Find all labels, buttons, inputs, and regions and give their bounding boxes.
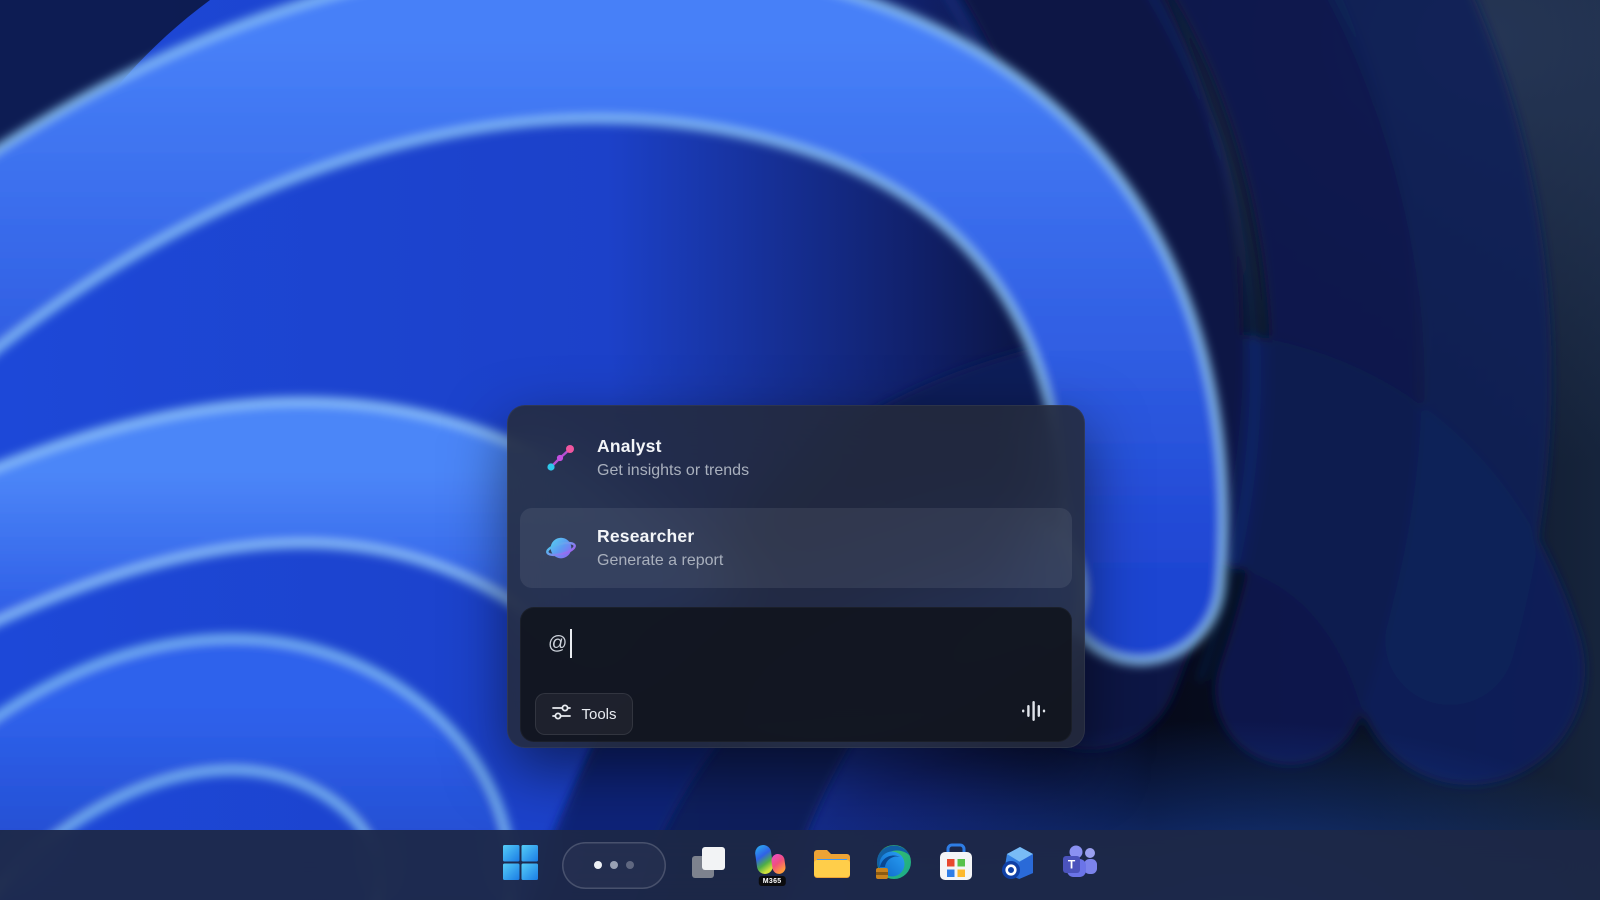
typing-dot [610, 861, 618, 869]
teams-icon: T [1059, 844, 1101, 887]
tools-button-label: Tools [581, 706, 616, 723]
task-view-button[interactable] [688, 841, 728, 889]
agent-description: Generate a report [597, 552, 723, 570]
file-explorer-icon [812, 845, 852, 886]
desktop: Analyst Get insights or trends [0, 0, 1600, 900]
typing-dot [626, 861, 634, 869]
tools-button[interactable]: Tools [535, 693, 633, 735]
m365-badge: M365 [759, 876, 786, 886]
outlook-icon [998, 844, 1038, 887]
microsoft-store-icon [938, 843, 974, 888]
task-view-icon [689, 844, 727, 887]
sliders-icon [551, 702, 572, 727]
copilot-agent-popup: Analyst Get insights or trends [507, 405, 1085, 748]
file-explorer-button[interactable] [812, 841, 852, 889]
input-text[interactable]: @ [548, 633, 567, 655]
text-caret [570, 629, 572, 658]
start-button[interactable] [500, 841, 540, 889]
waveform-voice-icon[interactable] [1020, 697, 1048, 725]
taskbar: M365 [0, 830, 1600, 900]
teams-button[interactable]: T [1060, 841, 1100, 889]
microsoft-store-button[interactable] [936, 841, 976, 889]
agent-item-analyst[interactable]: Analyst Get insights or trends [520, 418, 1072, 498]
agent-description: Get insights or trends [597, 462, 749, 480]
copilot-search-pill[interactable] [562, 842, 666, 889]
teams-badge: T [1068, 857, 1076, 871]
analyst-trend-icon [546, 443, 576, 473]
copilot-input-box[interactable]: @ Tools [520, 607, 1072, 742]
windows-start-icon [502, 844, 539, 886]
typing-dot [594, 861, 602, 869]
researcher-planet-icon [546, 533, 576, 563]
agent-name: Researcher [597, 526, 723, 547]
m365-copilot-button[interactable]: M365 [750, 841, 790, 889]
agent-name: Analyst [597, 436, 749, 457]
outlook-button[interactable] [998, 841, 1038, 889]
edge-icon [874, 843, 914, 888]
agent-item-researcher[interactable]: Researcher Generate a report [520, 508, 1072, 588]
edge-button[interactable] [874, 841, 914, 889]
